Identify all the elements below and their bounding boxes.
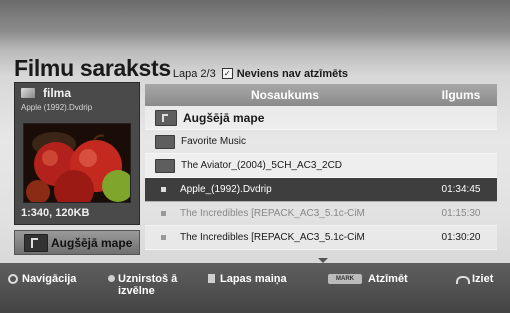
footer-help-bar: Navigācija Uznirstoš ā izvēlne Lapas mai… xyxy=(0,263,510,313)
movie-file-icon xyxy=(161,187,166,192)
help-popup-menu: Uznirstoš ā izvēlne xyxy=(118,273,178,297)
list-item-name: Augšējā mape xyxy=(183,110,265,125)
list-item-movie[interactable]: The Incredibles [REPACK_AC3_5.1c-CiM 01:… xyxy=(145,226,497,250)
folder-up-icon xyxy=(24,233,48,252)
list-item-upper-folder[interactable]: Augšējā mape xyxy=(145,106,497,130)
movie-file-icon xyxy=(161,235,166,240)
list-item-name: Apple_(1992).Dvdrip xyxy=(180,184,272,195)
preview-thumbnail xyxy=(23,123,131,203)
preview-header: filma xyxy=(15,83,139,103)
list-item-folder[interactable]: The Aviator_(2004)_5CH_AC3_2CD xyxy=(145,154,497,178)
popup-menu-icon xyxy=(108,275,115,282)
page-indicator: Lapa 2/3 xyxy=(172,68,216,80)
preview-file-info: 1:340, 120KB xyxy=(21,207,90,219)
list-header: Nosaukums Ilgums xyxy=(145,84,497,106)
folder-icon xyxy=(155,134,175,149)
list-item-name: The Incredibles [REPACK_AC3_5.1c-CiM xyxy=(180,208,365,219)
list-item-name: The Aviator_(2004)_5CH_AC3_2CD xyxy=(181,160,343,171)
checkbox-icon: ✓ xyxy=(221,68,233,79)
preview-filename: Apple (1992).Dvdrip xyxy=(21,103,93,112)
upper-folder-button[interactable]: Augšējā mape xyxy=(14,230,140,255)
help-page-change: Lapas maiņa xyxy=(220,273,287,285)
list-item-name: Favorite Music xyxy=(181,136,247,147)
list-item-selected-movie[interactable]: Apple_(1992).Dvdrip 01:34:45 xyxy=(145,178,497,202)
list-item-folder[interactable]: Favorite Music xyxy=(145,130,497,154)
exit-icon xyxy=(456,276,470,284)
list-item-movie[interactable]: The Incredibles [REPACK_AC3_5.1c-CiM 01:… xyxy=(145,202,497,226)
preview-name: filma xyxy=(43,86,72,100)
page-title: Filmu saraksts xyxy=(14,55,171,81)
preview-panel: filma Apple (1992).Dvdrip 1:340, 120KB xyxy=(14,82,140,225)
header: Filmu saraksts Lapa 2/3 ✓ Neviens nav at… xyxy=(14,52,348,80)
upper-folder-button-label: Augšējā mape xyxy=(51,235,133,250)
film-icon xyxy=(21,88,35,98)
movie-file-icon xyxy=(161,211,166,216)
mark-key-icon: MARK xyxy=(328,274,362,284)
page-change-icon xyxy=(208,274,215,283)
list-item-name: The Incredibles [REPACK_AC3_5.1c-CiM xyxy=(180,232,365,243)
folder-icon xyxy=(155,158,175,173)
list-item-duration: 01:30:20 xyxy=(441,232,481,243)
help-navigation: Navigācija xyxy=(22,273,77,285)
folder-up-icon xyxy=(155,109,177,126)
column-name-header[interactable]: Nosaukums xyxy=(145,88,425,102)
file-list: Nosaukums Ilgums Augšējā mape Favorite M… xyxy=(145,84,497,250)
movie-list-screen: Filmu saraksts Lapa 2/3 ✓ Neviens nav at… xyxy=(0,0,510,313)
list-item-duration: 01:34:45 xyxy=(441,184,481,195)
navigation-icon xyxy=(8,274,18,284)
help-mark: Atzīmēt xyxy=(368,273,408,285)
apple-thumbnail-image xyxy=(24,124,130,202)
marked-status: Neviens nav atzīmēts xyxy=(236,68,348,80)
list-item-duration: 01:15:30 xyxy=(441,208,481,219)
column-duration-header[interactable]: Ilgums xyxy=(425,88,497,102)
help-exit: Iziet xyxy=(472,273,494,285)
